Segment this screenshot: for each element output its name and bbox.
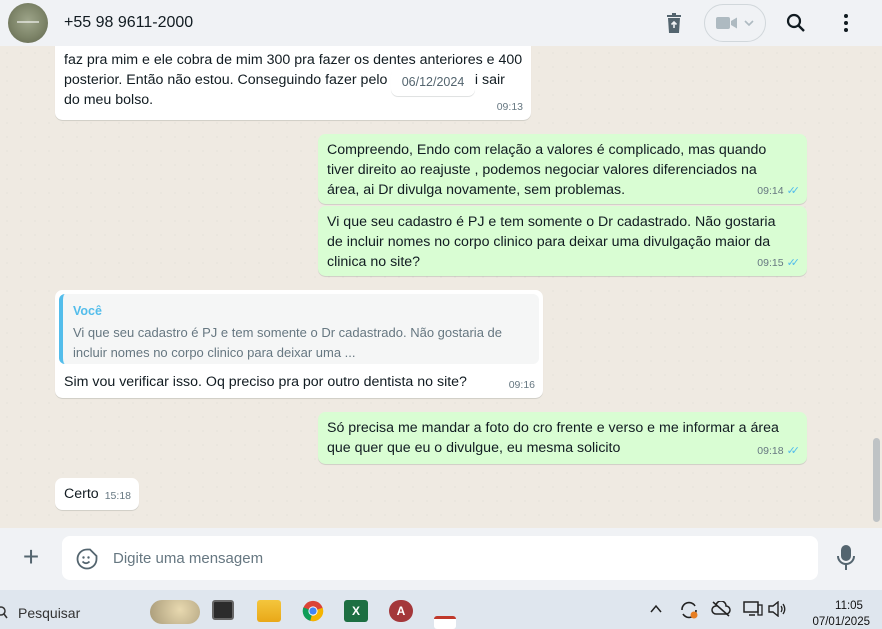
message-text: Sim vou verificar isso. Oq preciso pra p… — [64, 374, 467, 390]
app-icon[interactable] — [434, 616, 456, 629]
search-icon[interactable] — [784, 0, 808, 46]
message-time: 09:14 — [757, 185, 784, 197]
chevron-down-icon — [744, 20, 754, 26]
sticker-emoji-icon[interactable] — [76, 548, 98, 570]
task-view-icon[interactable] — [212, 600, 234, 620]
message-text: Compreendo, Endo com relação a valores é… — [327, 142, 767, 198]
access-icon[interactable]: A — [389, 600, 413, 622]
microphone-icon[interactable] — [836, 544, 856, 572]
search-highlight-image[interactable] — [150, 600, 200, 624]
message-composer: + Digite uma mensagem — [0, 528, 882, 590]
message-time: 09:16 — [508, 379, 535, 391]
message-outgoing[interactable]: Compreendo, Endo com relação a valores é… — [318, 134, 807, 204]
delete-icon[interactable] — [662, 0, 686, 46]
date-separator: 06/12/2024 — [391, 68, 475, 96]
message-time: 09:13 — [496, 101, 523, 113]
search-icon[interactable] — [0, 606, 8, 620]
read-ticks-icon: ✓✓ — [786, 185, 801, 197]
avatar[interactable] — [8, 3, 48, 43]
message-time: 15:18 — [104, 490, 131, 502]
quote-text: Vi que seu cadastro é PJ e tem somente o… — [73, 325, 502, 360]
message-incoming-reply[interactable]: Você Vi que seu cadastro é PJ e tem some… — [55, 290, 543, 398]
file-explorer-icon[interactable] — [257, 600, 281, 622]
message-time: 09:18 — [757, 445, 784, 457]
video-call-button[interactable] — [704, 4, 766, 42]
network-icon[interactable] — [743, 601, 763, 617]
speaker-icon[interactable] — [767, 601, 787, 617]
contact-name[interactable]: +55 98 9611-2000 — [64, 14, 193, 32]
message-list[interactable]: faz pra mim e ele cobra de mim 300 pra f… — [0, 46, 882, 528]
clock-time: 11:05 — [835, 600, 863, 612]
read-ticks-icon: ✓✓ — [786, 445, 801, 457]
windows-taskbar: Pesquisar X A 11:05 07/01/2025 — [0, 590, 882, 629]
quote-author: Você — [73, 304, 102, 318]
message-input-placeholder: Digite uma mensagem — [113, 550, 264, 567]
chat-header: +55 98 9611-2000 — [0, 0, 882, 46]
video-icon — [716, 17, 737, 29]
sync-icon[interactable] — [679, 600, 699, 620]
attach-plus-icon[interactable]: + — [18, 542, 44, 574]
taskbar-search[interactable]: Pesquisar — [18, 605, 80, 621]
chat-scrollbar[interactable] — [873, 438, 880, 522]
system-clock[interactable]: 11:05 07/01/2025 — [800, 598, 870, 629]
message-text: Só precisa me mandar a foto do cro frent… — [327, 420, 779, 456]
message-outgoing[interactable]: Vi que seu cadastro é PJ e tem somente o… — [318, 206, 807, 276]
message-text: Vi que seu cadastro é PJ e tem somente o… — [327, 214, 776, 270]
excel-icon[interactable]: X — [344, 600, 368, 622]
quoted-message[interactable]: Você Vi que seu cadastro é PJ e tem some… — [59, 294, 539, 364]
menu-icon[interactable] — [834, 0, 858, 46]
message-incoming[interactable]: Certo 15:18 — [55, 478, 139, 510]
chrome-icon[interactable] — [301, 600, 325, 622]
message-outgoing[interactable]: Só precisa me mandar a foto do cro frent… — [318, 412, 807, 464]
clock-date: 07/01/2025 — [812, 616, 870, 628]
cloud-offline-icon[interactable] — [711, 601, 731, 617]
chevron-up-icon[interactable] — [650, 604, 662, 614]
message-time: 09:15 — [757, 257, 784, 269]
read-ticks-icon: ✓✓ — [786, 257, 801, 269]
